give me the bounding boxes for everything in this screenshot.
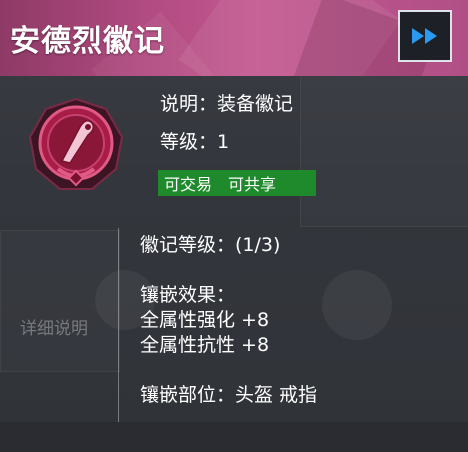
bottom-strip [0,422,468,452]
anchor-emblem-icon [28,97,124,190]
fast-forward-button[interactable] [398,10,452,62]
item-title: 安德烈徽记 [10,24,165,59]
emblem-level: 徽记等级：(1/3) [140,234,281,256]
trade-tags: 可交易 可共享 [158,170,316,196]
background-circle [322,270,392,340]
item-details: 徽记等级：(1/3) 镶嵌效果： 全属性强化 +8 全属性抗性 +8 镶嵌部位：… [140,233,317,408]
inlay-effect-heading: 镶嵌效果： [140,284,236,306]
inlay-slots: 镶嵌部位：头盔 戒指 [140,384,318,406]
item-description: 说明：装备徽记 [160,93,294,115]
item-tooltip-panel: 安德烈徽记 说明：装备徽记 等级：1 可交易 可共享 详细说明 徽记等级：(1/… [0,0,468,452]
item-info: 说明：装备徽记 等级：1 [160,90,293,166]
effect-line: 全属性强化 +8 [140,309,270,331]
fast-forward-icon [412,28,437,44]
tag-tradable: 可交易 [164,175,213,194]
item-level: 等级：1 [160,131,230,153]
title-bar: 安德烈徽记 [0,0,468,76]
tag-shareable: 可共享 [228,175,277,194]
detail-description-tab[interactable]: 详细说明 [20,314,88,339]
effect-line: 全属性抗性 +8 [140,334,270,356]
vertical-divider [118,228,119,423]
background-slot [300,75,468,227]
